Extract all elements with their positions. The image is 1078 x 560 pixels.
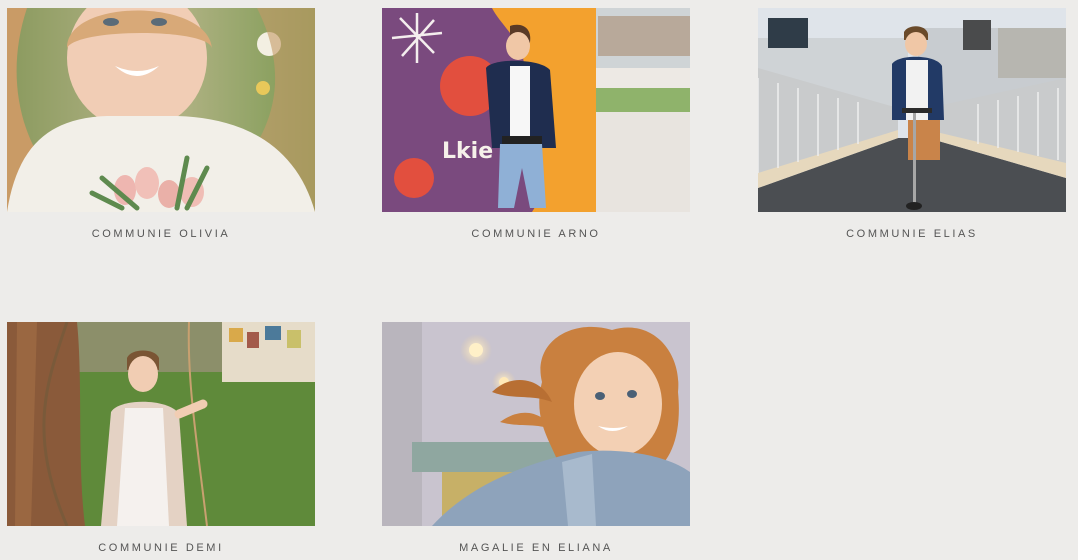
gallery-photo[interactable] (7, 322, 315, 526)
gallery-photo[interactable] (758, 8, 1066, 212)
gallery-card-magalie-en-eliana[interactable]: MAGALIE EN ELIANA (382, 322, 690, 554)
gallery-photo[interactable] (382, 322, 690, 526)
svg-text:Lkie: Lkie (442, 139, 493, 164)
photo-gallery: COMMUNIE OLIVIA Lkie COMMUNIE ARNO COMMU… (0, 0, 1078, 560)
gallery-caption[interactable]: COMMUNIE DEMI (7, 542, 315, 554)
gallery-card-communie-olivia[interactable]: COMMUNIE OLIVIA (7, 8, 315, 240)
gallery-caption[interactable]: COMMUNIE OLIVIA (7, 228, 315, 240)
gallery-card-communie-demi[interactable]: COMMUNIE DEMI (7, 322, 315, 554)
gallery-card-communie-elias[interactable]: COMMUNIE ELIAS (758, 8, 1066, 240)
gallery-caption[interactable]: COMMUNIE ARNO (382, 228, 690, 240)
gallery-caption[interactable]: COMMUNIE ELIAS (758, 228, 1066, 240)
gallery-photo[interactable] (7, 8, 315, 212)
gallery-photo[interactable]: Lkie (382, 8, 690, 212)
gallery-caption[interactable]: MAGALIE EN ELIANA (382, 542, 690, 554)
gallery-card-communie-arno[interactable]: Lkie COMMUNIE ARNO (382, 8, 690, 240)
